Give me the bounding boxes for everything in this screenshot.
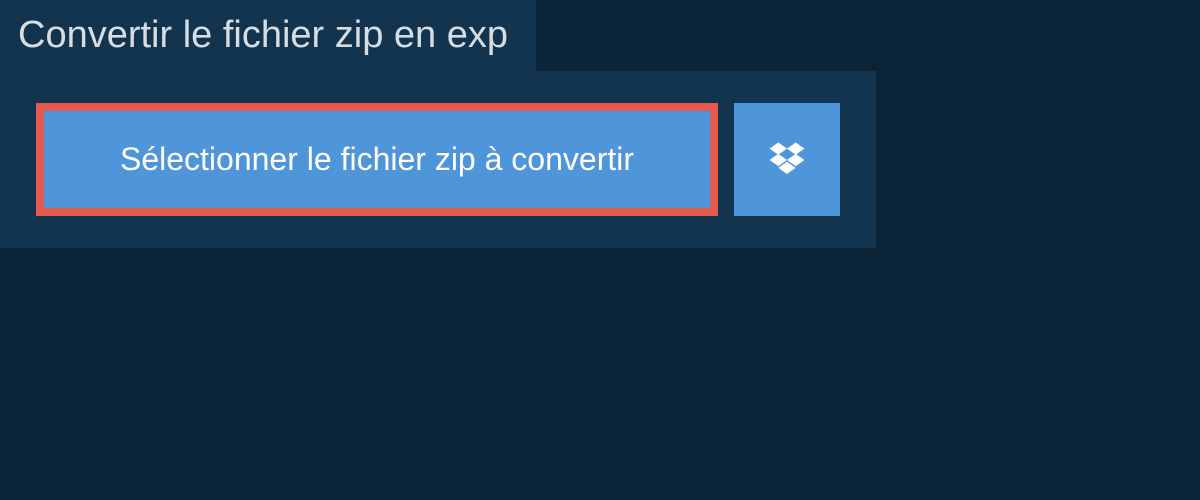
button-row: Sélectionner le fichier zip à convertir	[36, 103, 840, 216]
page-container: Convertir le fichier zip en exp Sélectio…	[0, 0, 1200, 248]
select-file-button[interactable]: Sélectionner le fichier zip à convertir	[36, 103, 718, 216]
dropbox-button[interactable]	[734, 103, 840, 216]
select-file-button-label: Sélectionner le fichier zip à convertir	[120, 141, 634, 178]
dropbox-icon	[766, 139, 808, 181]
conversion-panel: Sélectionner le fichier zip à convertir	[0, 71, 876, 248]
page-title: Convertir le fichier zip en exp	[0, 0, 536, 71]
